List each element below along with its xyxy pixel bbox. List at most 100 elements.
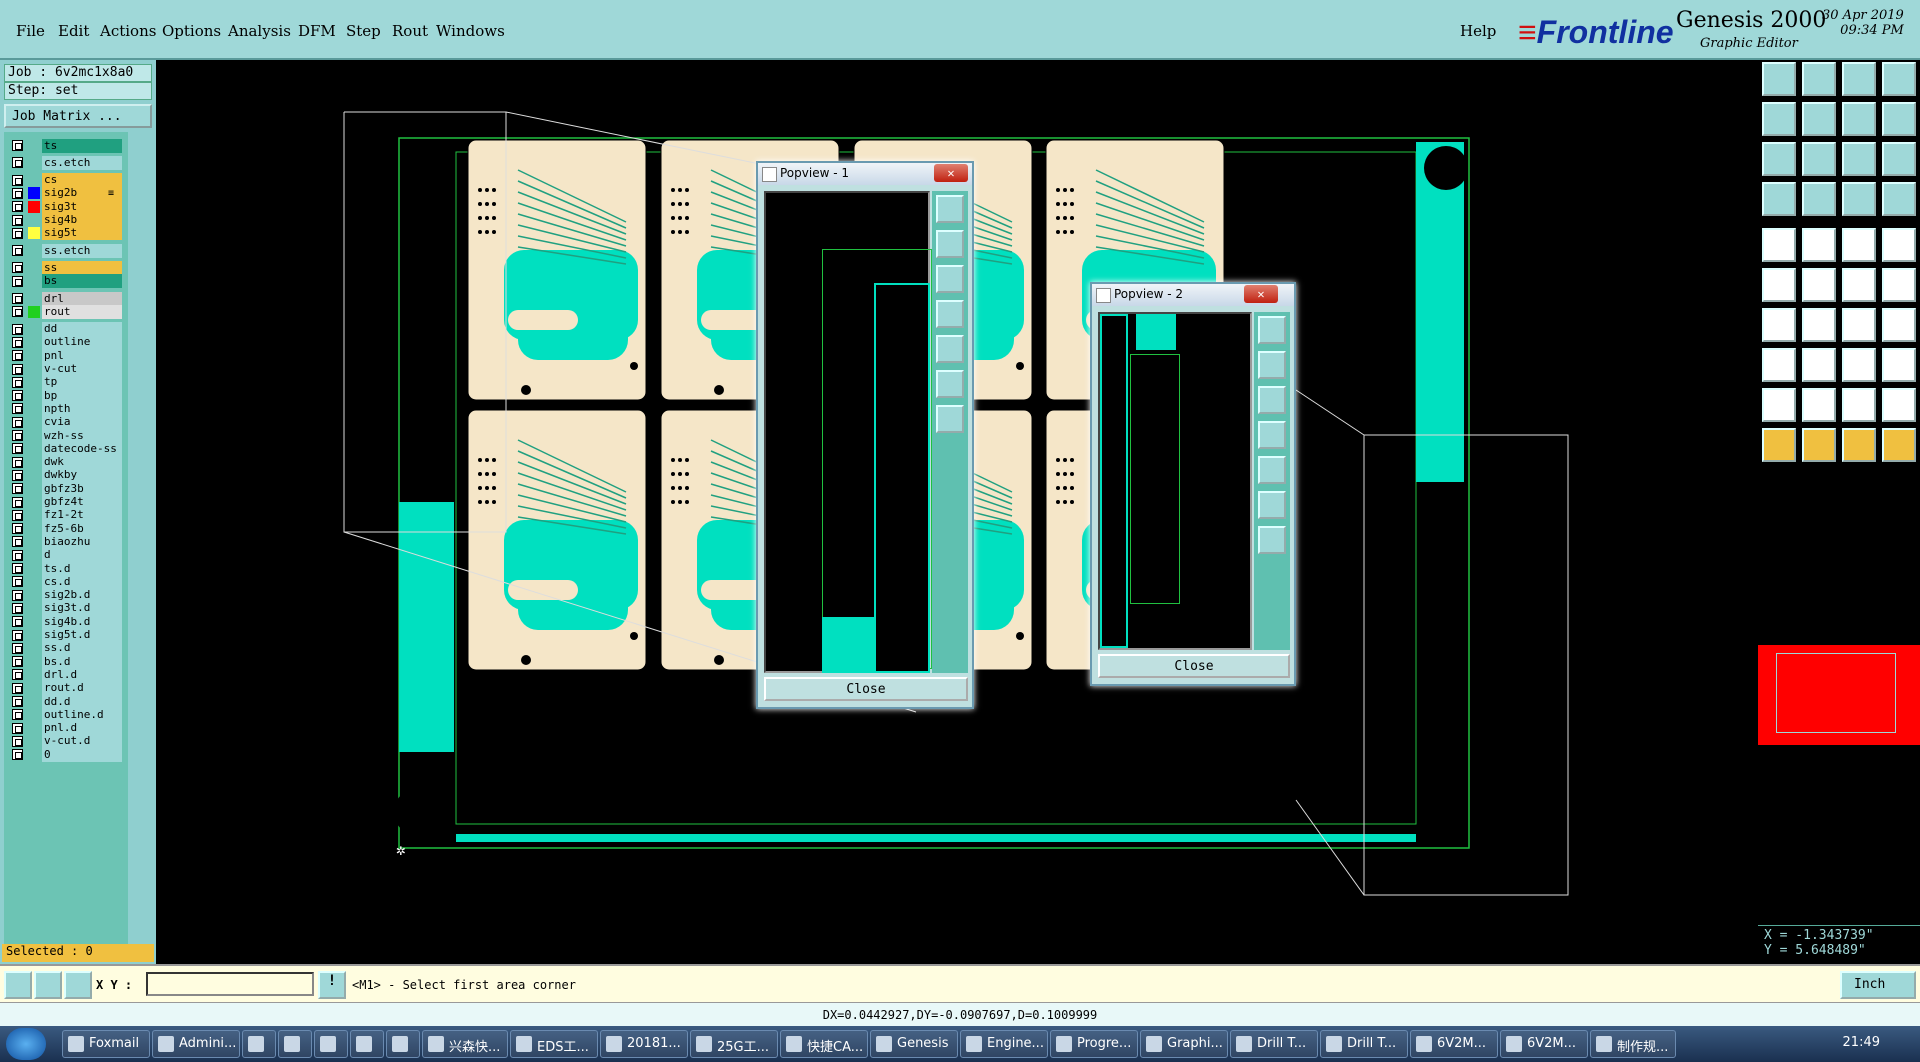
- layer-row[interactable]: bs: [6, 274, 126, 289]
- layer-checkbox[interactable]: [12, 483, 23, 495]
- layer-name[interactable]: ts: [42, 138, 122, 153]
- rotate-icon[interactable]: [1802, 228, 1836, 262]
- drill-icon[interactable]: [1762, 228, 1796, 262]
- popview-1-close-button[interactable]: Close: [764, 677, 968, 701]
- zoom-in-icon[interactable]: [936, 370, 964, 398]
- layer-name[interactable]: bs: [42, 274, 122, 289]
- layout-icon[interactable]: [1882, 62, 1916, 96]
- menu-analysis[interactable]: Analysis: [228, 22, 291, 40]
- home-icon[interactable]: [1842, 62, 1876, 96]
- layer-checkbox[interactable]: [12, 616, 23, 628]
- layer-checkbox[interactable]: [12, 576, 23, 588]
- taskbar-item[interactable]: 快捷CA...: [780, 1030, 868, 1058]
- taskbar-item[interactable]: Drill T...: [1230, 1030, 1318, 1058]
- layer-checkbox[interactable]: [12, 443, 23, 455]
- layer-checkbox[interactable]: [12, 323, 23, 335]
- pointer-c-icon[interactable]: [1842, 428, 1876, 462]
- layer-checkbox[interactable]: [12, 416, 23, 428]
- layer-checkbox[interactable]: [12, 350, 23, 362]
- layer-checkbox[interactable]: [12, 275, 23, 287]
- taskbar-item[interactable]: 制作规...: [1590, 1030, 1676, 1058]
- center-icon[interactable]: [1802, 142, 1836, 176]
- layer-row[interactable]: sig5t: [6, 226, 126, 241]
- layer-checkbox[interactable]: [12, 509, 23, 521]
- copy-icon[interactable]: [1762, 348, 1796, 382]
- layer-checkbox[interactable]: [12, 306, 23, 318]
- fit-icon[interactable]: [1762, 142, 1796, 176]
- line-icon[interactable]: [1762, 308, 1796, 342]
- popview-2-view[interactable]: [1098, 312, 1252, 650]
- xy-input[interactable]: [146, 972, 314, 996]
- layer-checkbox[interactable]: [12, 187, 23, 199]
- layer-checkbox[interactable]: [12, 536, 23, 548]
- step-fwd-icon[interactable]: [1802, 102, 1836, 136]
- zoom-out-icon[interactable]: [1258, 526, 1286, 554]
- alert-icon[interactable]: !: [318, 971, 346, 999]
- taskbar-item[interactable]: 6V2M...: [1500, 1030, 1588, 1058]
- snap-icon[interactable]: [4, 971, 32, 999]
- layer-name[interactable]: rout: [42, 304, 122, 319]
- taskbar-item[interactable]: [278, 1030, 312, 1058]
- layer-checkbox[interactable]: [12, 709, 23, 721]
- popview-2-close-button[interactable]: Close: [1098, 654, 1290, 678]
- zoom-fit-icon[interactable]: [1258, 316, 1286, 344]
- layer-checkbox[interactable]: [12, 174, 23, 186]
- layer-checkbox[interactable]: [12, 669, 23, 681]
- taskbar-item[interactable]: [386, 1030, 420, 1058]
- layer-checkbox[interactable]: [12, 376, 23, 388]
- edit-layer-icon[interactable]: [1762, 182, 1796, 216]
- step-back-icon[interactable]: [1762, 102, 1796, 136]
- pan-left-icon[interactable]: [1258, 421, 1286, 449]
- pan-up-icon[interactable]: [1258, 351, 1286, 379]
- layer-checkbox[interactable]: [12, 293, 23, 304]
- arc-icon[interactable]: [1802, 308, 1836, 342]
- layer-checkbox[interactable]: [12, 563, 23, 574]
- start-icon[interactable]: [6, 1028, 46, 1060]
- pointer-d-icon[interactable]: [1882, 428, 1916, 462]
- tri-a-icon[interactable]: [1762, 388, 1796, 422]
- layer-checkbox[interactable]: [12, 642, 23, 654]
- layer-checkbox[interactable]: [12, 523, 23, 535]
- menu-windows[interactable]: Windows: [436, 22, 505, 40]
- taskbar-item[interactable]: 25G工...: [690, 1030, 778, 1058]
- grid-icon[interactable]: [64, 971, 92, 999]
- taskbar-item[interactable]: Drill T...: [1320, 1030, 1408, 1058]
- dim-icon[interactable]: [1842, 348, 1876, 382]
- layer-checkbox[interactable]: [12, 214, 23, 226]
- layer-checkbox[interactable]: [12, 496, 23, 508]
- measure-a-icon[interactable]: [1842, 182, 1876, 216]
- layer-checkbox[interactable]: [12, 363, 23, 375]
- taskbar-item[interactable]: 兴森快...: [422, 1030, 508, 1058]
- layer-row[interactable]: cs.etch: [6, 155, 126, 170]
- scale-icon[interactable]: [1842, 142, 1876, 176]
- pan-left-icon[interactable]: [936, 300, 964, 328]
- mirror-icon[interactable]: [1882, 102, 1916, 136]
- pointer-icon[interactable]: [1762, 428, 1796, 462]
- taskbar-item[interactable]: 20181...: [600, 1030, 688, 1058]
- tri-c-icon[interactable]: [1842, 388, 1876, 422]
- menu-actions[interactable]: Actions: [100, 22, 156, 40]
- menu-dfm[interactable]: DFM: [298, 22, 336, 40]
- pad-red-icon[interactable]: [1882, 268, 1916, 302]
- pan-up-icon[interactable]: [936, 230, 964, 258]
- layer-checkbox[interactable]: [12, 336, 23, 348]
- layer-checkbox[interactable]: [12, 262, 23, 274]
- taskbar-item[interactable]: [242, 1030, 276, 1058]
- grid-icon[interactable]: [1882, 308, 1916, 342]
- zoom-fit-icon[interactable]: [936, 195, 964, 223]
- layer-checkbox[interactable]: [12, 403, 23, 415]
- taskbar-item[interactable]: Engine...: [960, 1030, 1048, 1058]
- open-icon[interactable]: [1762, 62, 1796, 96]
- minimap[interactable]: [1758, 645, 1920, 745]
- layer-checkbox[interactable]: [12, 430, 23, 441]
- layer-checkbox[interactable]: [12, 469, 23, 481]
- flip-icon[interactable]: [1842, 102, 1876, 136]
- popview-1-close-icon[interactable]: ✕: [934, 164, 968, 182]
- via-icon[interactable]: [1842, 268, 1876, 302]
- layer-checkbox[interactable]: [12, 629, 23, 641]
- layer-checkbox[interactable]: [12, 157, 23, 169]
- pad-icon[interactable]: [1882, 228, 1916, 262]
- taskbar-item[interactable]: 6V2M...: [1410, 1030, 1498, 1058]
- blob-icon[interactable]: [1882, 348, 1916, 382]
- units-select[interactable]: Inch: [1840, 971, 1916, 999]
